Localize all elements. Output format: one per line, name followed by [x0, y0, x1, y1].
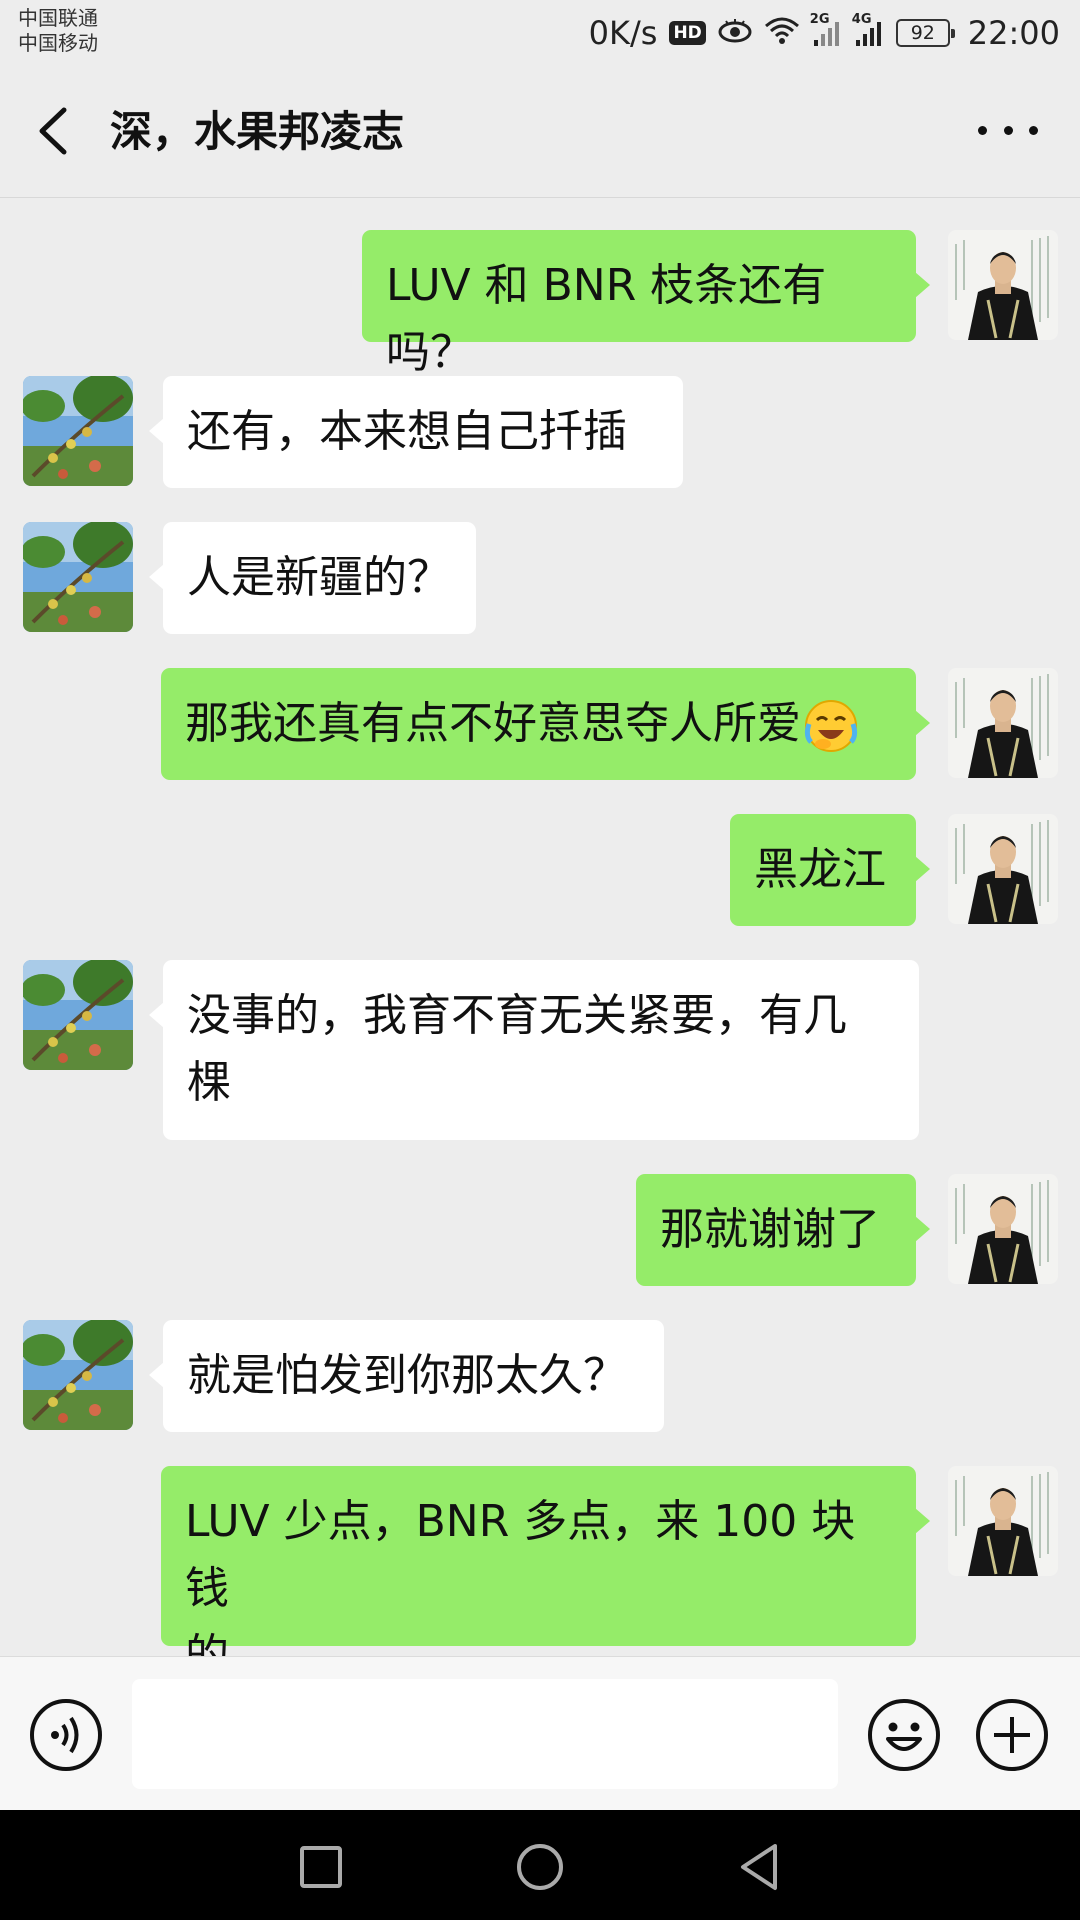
battery-icon: 92 — [895, 19, 955, 47]
input-bar — [0, 1656, 1080, 1810]
message-text: LUV 和 BNR 枝条还有吗？ — [386, 260, 827, 378]
message-text: 还有，本来想自己扦插 — [187, 406, 627, 457]
incoming-message-bubble[interactable]: 就是怕发到你那太久？ — [149, 1320, 664, 1432]
signal-2: 4G — [852, 12, 884, 48]
message-input[interactable] — [132, 1679, 838, 1789]
smiley-icon[interactable] — [866, 1697, 942, 1773]
home-icon[interactable] — [513, 1840, 567, 1894]
signal-2-tag: 4G — [851, 12, 872, 27]
incoming-message-bubble[interactable]: 没事的，我育不育无关紧要，有几 棵 — [149, 960, 919, 1140]
outgoing-message-bubble[interactable]: LUV 和 BNR 枝条还有吗？ — [362, 230, 930, 378]
contact-avatar[interactable] — [23, 522, 133, 632]
back-nav-icon[interactable] — [733, 1840, 787, 1894]
laughing-crying-emoji-icon — [801, 698, 859, 752]
plus-icon[interactable] — [974, 1697, 1050, 1773]
message-text: 那就谢谢了 — [660, 1204, 880, 1255]
clock: 22:00 — [967, 14, 1060, 52]
net-speed: 0K/s — [588, 14, 658, 52]
status-indicators: 0K/s HD 2G 4G 92 22:00 — [589, 10, 1060, 56]
my-avatar[interactable] — [948, 668, 1058, 778]
chevron-left-icon[interactable] — [30, 102, 80, 160]
message-text: 那我还真有点不好意思夺人所爱 — [185, 698, 801, 749]
voice-icon[interactable] — [28, 1697, 104, 1773]
incoming-message-bubble[interactable]: 人是新疆的？ — [149, 522, 476, 634]
wifi-icon — [764, 14, 800, 52]
eye-icon — [718, 14, 752, 52]
status-bar: 中国联通 中国移动 0K/s HD 2G 4G 92 22:00 — [0, 0, 1080, 64]
message-text: 人是新疆的？ — [187, 552, 451, 603]
more-icon[interactable] — [978, 126, 1038, 140]
message-text: 没事的，我育不育无关紧要，有几 棵 — [187, 990, 847, 1108]
recents-icon[interactable] — [294, 1840, 348, 1894]
message-text: 黑龙江 — [754, 844, 886, 895]
system-nav-bar — [0, 1810, 1080, 1920]
my-avatar[interactable] — [948, 1174, 1058, 1284]
outgoing-message-bubble[interactable]: 那我还真有点不好意思夺人所爱 — [161, 668, 930, 780]
my-avatar[interactable] — [948, 1466, 1058, 1576]
contact-avatar[interactable] — [23, 376, 133, 486]
contact-avatar[interactable] — [23, 960, 133, 1070]
incoming-message-bubble[interactable]: 还有，本来想自己扦插 — [149, 376, 683, 488]
carrier-1: 中国联通 — [18, 6, 98, 30]
hd-badge: HD — [669, 21, 706, 45]
signal-1-tag: 2G — [809, 12, 830, 27]
carrier-info: 中国联通 中国移动 — [18, 6, 98, 56]
outgoing-message-bubble[interactable]: 黑龙江 — [730, 814, 930, 926]
outgoing-message-bubble[interactable]: 那就谢谢了 — [636, 1174, 930, 1286]
chat-title: 深，水果邦凌志 — [110, 107, 405, 156]
message-text: 就是怕发到你那太久？ — [187, 1350, 627, 1401]
carrier-2: 中国移动 — [18, 31, 98, 55]
outgoing-message-bubble[interactable]: LUV 少点，BNR 多点，来 100 块钱 的。 — [161, 1466, 930, 1681]
chat-header: 深，水果邦凌志 — [0, 64, 1080, 198]
contact-avatar[interactable] — [23, 1320, 133, 1430]
my-avatar[interactable] — [948, 230, 1058, 340]
message-text: LUV 少点，BNR 多点，来 100 块钱 的。 — [185, 1496, 856, 1681]
my-avatar[interactable] — [948, 814, 1058, 924]
signal-1: 2G — [810, 12, 842, 48]
